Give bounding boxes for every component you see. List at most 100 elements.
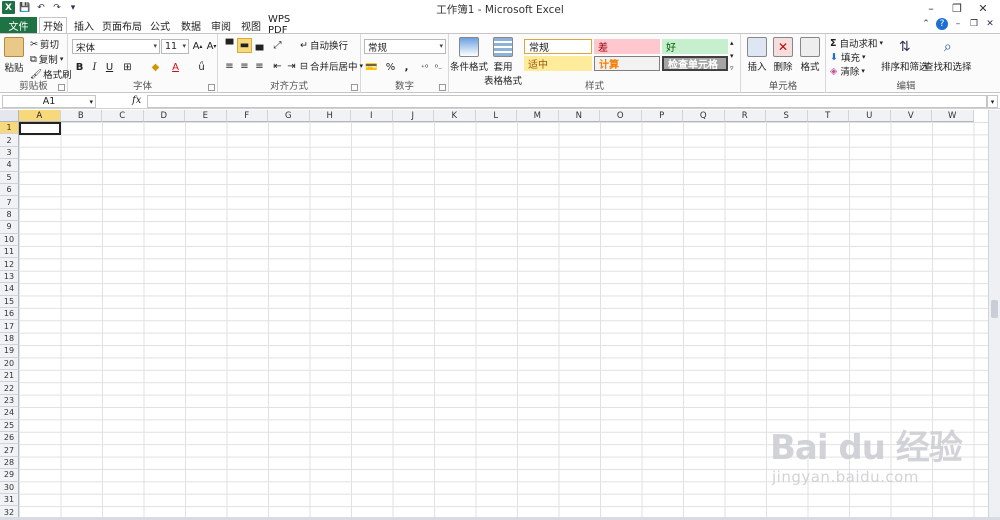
row-header[interactable]: 20 xyxy=(0,357,19,370)
row-header[interactable]: 30 xyxy=(0,481,19,494)
row-header[interactable]: 12 xyxy=(0,258,19,271)
row-header[interactable]: 18 xyxy=(0,332,19,346)
column-header[interactable]: S xyxy=(766,110,808,122)
row-header[interactable]: 5 xyxy=(0,171,19,184)
font-color-icon[interactable]: A xyxy=(168,60,183,75)
styles-more-icon[interactable]: ▿ xyxy=(730,64,734,72)
fill-button[interactable]: ⬇ 填充 ▾ xyxy=(830,50,866,65)
style-neutral[interactable]: 适中 xyxy=(524,56,592,71)
wrap-text-button[interactable]: ↵ 自动换行 xyxy=(300,38,348,53)
column-header[interactable]: D xyxy=(143,110,185,122)
row-header[interactable]: 24 xyxy=(0,407,19,420)
column-header[interactable]: Q xyxy=(683,110,725,122)
style-calculation[interactable]: 计算 xyxy=(594,56,660,71)
workbook-minimize-icon[interactable]: – xyxy=(952,18,964,30)
bold-button[interactable]: B xyxy=(72,60,87,75)
row-header[interactable]: 2 xyxy=(0,134,19,147)
column-header[interactable]: U xyxy=(849,110,891,122)
row-header[interactable]: 31 xyxy=(0,494,19,507)
row-header[interactable]: 11 xyxy=(0,246,19,259)
column-header[interactable]: K xyxy=(434,110,476,122)
style-check-cell[interactable]: 检查单元格 xyxy=(662,56,728,71)
column-header[interactable]: H xyxy=(309,110,351,122)
row-header[interactable]: 6 xyxy=(0,184,19,197)
column-header[interactable]: C xyxy=(102,110,144,122)
delete-cells-button[interactable]: ✕ 删除 xyxy=(771,37,795,73)
save-icon[interactable]: 💾 xyxy=(19,2,31,14)
row-header[interactable]: 8 xyxy=(0,208,19,222)
row-header[interactable]: 22 xyxy=(0,382,19,395)
row-header[interactable]: 1 xyxy=(0,122,19,135)
autosum-button[interactable]: Σ 自动求和 ▾ xyxy=(830,36,883,51)
font-size-dropdown[interactable]: 11 ▾ xyxy=(161,39,189,54)
column-header[interactable]: E xyxy=(185,110,227,122)
dialog-launcher-icon[interactable] xyxy=(351,84,358,91)
cut-button[interactable]: ✂ 剪切 xyxy=(30,37,59,52)
column-header[interactable]: L xyxy=(475,110,517,122)
workbook-restore-icon[interactable]: ❐ xyxy=(968,18,980,30)
insert-cells-button[interactable]: 插入 xyxy=(745,37,769,73)
name-box[interactable]: A1 ▾ xyxy=(2,95,96,108)
column-header[interactable]: O xyxy=(600,110,642,122)
font-name-dropdown[interactable]: 宋体 ▾ xyxy=(72,39,160,54)
accounting-icon[interactable]: 💳 xyxy=(364,60,379,75)
select-all-corner[interactable] xyxy=(0,110,19,122)
merge-center-button[interactable]: ⊟ 合并后居中 ▾ xyxy=(300,59,363,74)
grow-font-icon[interactable]: A ▴ xyxy=(190,39,205,54)
orientation-icon[interactable]: ⤢ xyxy=(270,38,285,53)
align-left-icon[interactable]: ≡ xyxy=(222,59,237,74)
restore-icon[interactable]: ❐ xyxy=(944,0,970,16)
decrease-indent-icon[interactable]: ⇤ xyxy=(270,59,285,74)
conditional-format-button[interactable]: 条件格式 xyxy=(450,37,488,73)
row-header[interactable]: 26 xyxy=(0,432,19,445)
column-header[interactable]: A xyxy=(19,110,61,122)
tab-review[interactable]: 审阅 xyxy=(207,17,235,33)
paste-button[interactable]: 粘贴 xyxy=(4,37,24,74)
formula-input[interactable] xyxy=(147,95,987,108)
row-header[interactable]: 29 xyxy=(0,469,19,482)
row-header[interactable]: 21 xyxy=(0,370,19,383)
redo-icon[interactable]: ↷ xyxy=(51,2,63,14)
underline-button[interactable]: U xyxy=(102,60,117,75)
row-header[interactable]: 14 xyxy=(0,283,19,296)
align-middle-icon[interactable]: ▬ xyxy=(237,38,252,53)
increase-decimal-icon[interactable]: ⁺⁰ xyxy=(417,60,432,75)
tab-page-layout[interactable]: 页面布局 xyxy=(101,17,143,33)
sort-filter-button[interactable]: ⇅ 排序和筛选 xyxy=(881,37,929,73)
tab-insert[interactable]: 插入 xyxy=(70,17,98,33)
column-header[interactable]: G xyxy=(268,110,310,122)
column-header[interactable]: B xyxy=(60,110,102,122)
tab-data[interactable]: 数据 xyxy=(177,17,205,33)
dialog-launcher-icon[interactable] xyxy=(439,84,446,91)
tab-view[interactable]: 视图 xyxy=(237,17,265,33)
clear-button[interactable]: ◈ 清除 ▾ xyxy=(830,64,865,79)
row-header[interactable]: 15 xyxy=(0,295,19,308)
column-header[interactable]: N xyxy=(558,110,600,122)
tab-home[interactable]: 开始 xyxy=(39,17,67,33)
row-header[interactable]: 16 xyxy=(0,308,19,321)
row-header[interactable]: 10 xyxy=(0,233,19,246)
close-icon[interactable]: ✕ xyxy=(970,0,996,16)
phonetic-icon[interactable]: ǘ xyxy=(194,60,209,75)
row-header[interactable]: 23 xyxy=(0,394,19,408)
column-header[interactable]: W xyxy=(932,110,974,122)
find-select-button[interactable]: ⌕ 查找和选择 xyxy=(924,37,972,73)
row-header[interactable]: 28 xyxy=(0,456,19,470)
minimize-ribbon-icon[interactable]: ⌃ xyxy=(920,18,932,30)
format-cells-button[interactable]: 格式 xyxy=(798,37,822,73)
dialog-launcher-icon[interactable] xyxy=(58,84,65,91)
styles-scroll-down-icon[interactable]: ▾ xyxy=(730,52,734,60)
align-right-icon[interactable]: ≡ xyxy=(252,59,267,74)
row-header[interactable]: 17 xyxy=(0,320,19,333)
italic-button[interactable]: I xyxy=(87,60,102,75)
style-normal[interactable]: 常规 xyxy=(524,39,592,54)
active-cell[interactable] xyxy=(19,122,61,135)
workbook-close-icon[interactable]: ✕ xyxy=(984,18,996,30)
style-bad[interactable]: 差 xyxy=(594,39,660,54)
fill-color-icon[interactable]: ◆ xyxy=(148,60,163,75)
tab-formulas[interactable]: 公式 xyxy=(146,17,174,33)
percent-button[interactable]: % xyxy=(383,60,398,75)
row-header[interactable]: 7 xyxy=(0,196,19,209)
row-header[interactable]: 4 xyxy=(0,159,19,172)
row-header[interactable]: 13 xyxy=(0,270,19,284)
